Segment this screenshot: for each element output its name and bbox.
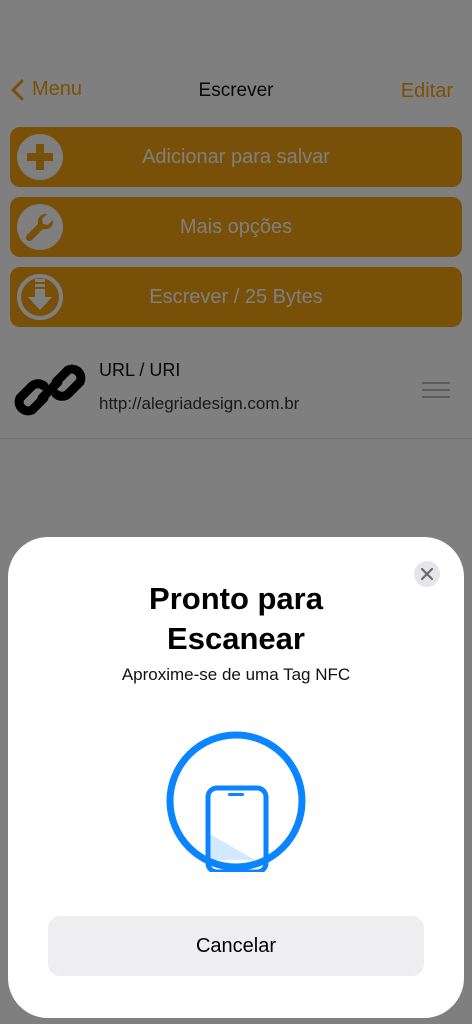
close-icon xyxy=(421,568,433,580)
phone-scan-icon xyxy=(166,731,306,872)
sheet-title: Pronto para Escanear xyxy=(149,581,323,656)
cancel-button[interactable]: Cancelar xyxy=(48,916,424,976)
nfc-scan-sheet: Pronto para Escanear Aproxime-se de uma … xyxy=(8,537,464,1018)
sheet-subtitle: Aproxime-se de uma Tag NFC xyxy=(121,665,351,684)
close-button[interactable] xyxy=(414,561,440,587)
